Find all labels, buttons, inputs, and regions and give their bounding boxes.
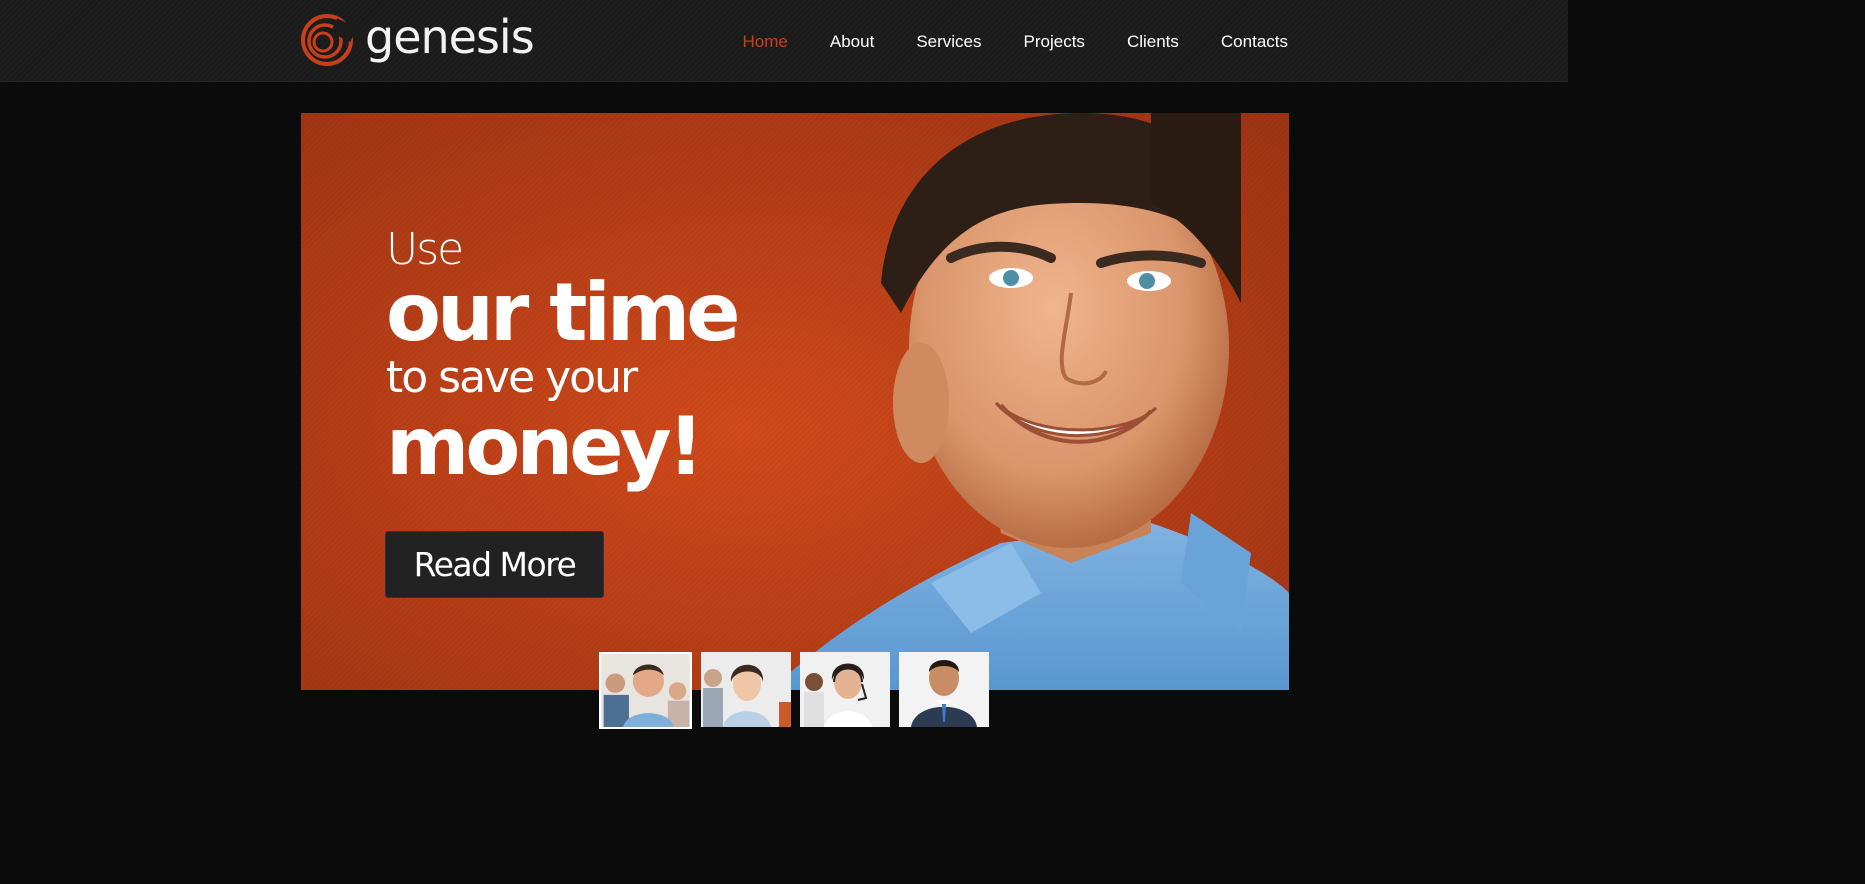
thumb-headset-operator[interactable] [800,652,890,727]
read-more-button[interactable]: Read More [385,531,604,598]
main-nav: Home About Services Projects Clients Con… [701,32,1288,52]
hero-line-our-time: our time [386,266,740,359]
hero-line-to-save: to save your [386,352,638,403]
nav-item-projects[interactable]: Projects [1024,32,1085,52]
hero-slider: Use our time to save your money! Read Mo… [301,113,1289,690]
hero-line-money: money! [386,400,704,493]
swirl-logo-icon [301,14,353,66]
brand-name: genesis [365,10,535,64]
thumb-businessman-image [899,652,989,727]
nav-item-home[interactable]: Home [743,32,788,52]
thumb-group-photo-image [601,654,690,727]
header-bar: genesis Home About Services Projects Cli… [0,0,1568,82]
thumb-headset-operator-image [800,652,890,727]
portrait-image [771,113,1289,690]
nav-item-services[interactable]: Services [916,32,981,52]
brand-logo[interactable]: genesis [301,10,535,68]
thumb-businessman[interactable] [899,652,989,727]
thumb-group-photo[interactable] [599,652,692,729]
nav-item-about[interactable]: About [830,32,874,52]
thumb-woman-smiling-image [701,652,791,727]
thumb-woman-smiling[interactable] [701,652,791,727]
nav-item-contacts[interactable]: Contacts [1221,32,1288,52]
hero-headline: Use our time to save your money! [386,225,740,493]
nav-item-clients[interactable]: Clients [1127,32,1179,52]
slider-thumbnails [599,652,989,729]
